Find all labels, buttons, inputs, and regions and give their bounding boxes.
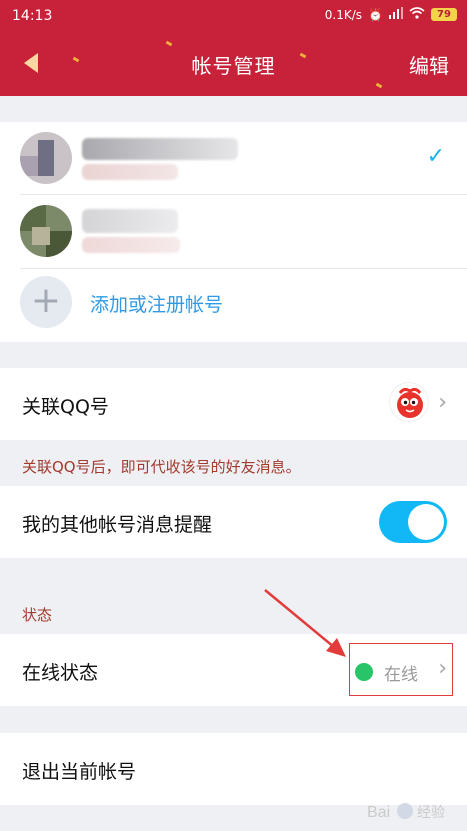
svg-text:Bai: Bai: [367, 804, 390, 821]
annotation-arrow-icon: [264, 589, 346, 657]
logout-row[interactable]: 退出当前帐号: [0, 733, 467, 805]
logout-label: 退出当前帐号: [22, 761, 137, 783]
svg-text:经验: 经验: [417, 804, 445, 820]
watermark-logo: Bai 经验: [367, 799, 457, 823]
